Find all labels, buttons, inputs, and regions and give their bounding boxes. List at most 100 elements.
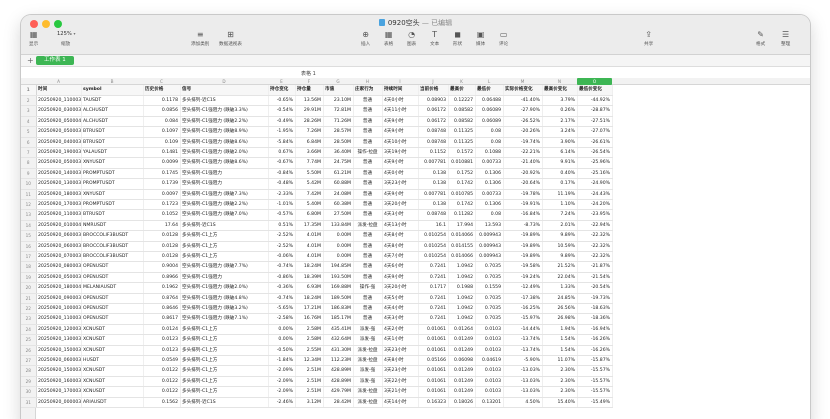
table-cell[interactable]: 4天0小时 [382, 95, 419, 107]
table-cell[interactable]: XCNUSDT [81, 376, 144, 388]
table-cell[interactable]: 0.06089 [475, 116, 504, 128]
table-cell[interactable]: 普通 [353, 126, 383, 138]
table-cell[interactable]: 15.40% [542, 397, 578, 409]
table-cell[interactable]: 0.16323 [418, 397, 449, 409]
table-cell[interactable]: 0.0123 [143, 334, 181, 346]
table-cell[interactable]: 0.0097 [143, 189, 181, 200]
table-cell[interactable]: 12.34M [295, 355, 324, 367]
table-cell[interactable]: 空头排列-C1强阻力 (跌破2.0%) [180, 282, 269, 294]
table-cell[interactable]: -0.84% [268, 168, 296, 180]
table-cell[interactable]: PROMPTUSDT [81, 178, 144, 190]
table-cell[interactable]: 0.18026 [448, 397, 476, 409]
column-header-cell[interactable]: 持续时间 [382, 85, 419, 96]
table-cell[interactable]: -1.01% [268, 199, 296, 211]
table-cell[interactable]: -20.64% [503, 178, 543, 190]
table-cell[interactable]: 0.01249 [448, 365, 476, 377]
table-cell[interactable]: XCNUSDT [81, 324, 144, 336]
table-cell[interactable]: 1.0942 [448, 293, 476, 305]
table-cell[interactable]: 0.00M [323, 251, 354, 263]
table-cell[interactable]: PROMPTUSDT [81, 168, 144, 180]
table-cell[interactable]: 4天11小时 [382, 105, 419, 117]
row-number[interactable]: 14 [21, 220, 37, 232]
chart-button[interactable]: ◔ 图表 [407, 30, 416, 47]
table-cell[interactable]: 2.17% [542, 116, 578, 128]
column-header-g[interactable]: G [323, 78, 353, 85]
table-cell[interactable]: 0.7241 [418, 293, 449, 305]
table-cell[interactable]: 0.7241 [418, 261, 449, 273]
row-number[interactable]: 6 [21, 137, 37, 148]
table-cell[interactable]: 3天23小时 [382, 178, 419, 190]
table-cell[interactable]: 0.1962 [143, 282, 181, 294]
table-cell[interactable]: 428.89M [323, 376, 354, 388]
row-number[interactable]: 4 [21, 116, 37, 128]
table-cell[interactable]: 派发-拉盘 [353, 220, 383, 232]
table-cell[interactable]: OPENUSDT [81, 261, 144, 273]
table-cell[interactable]: 9.89% [542, 230, 578, 242]
table-cell[interactable]: 3天23小时 [382, 345, 419, 357]
table-cell[interactable]: 多头排列-近C1S [180, 220, 269, 232]
table-cell[interactable]: 0.0103 [475, 376, 504, 388]
table-cell[interactable]: 4天3小时 [382, 209, 419, 221]
table-cell[interactable]: 0.06172 [418, 105, 449, 117]
table-cell[interactable]: 0.7035 [475, 293, 504, 305]
table-cell[interactable]: BROCCOLIF3BUSDT [81, 230, 144, 242]
table-cell[interactable]: -0.57% [268, 209, 296, 221]
table-cell[interactable]: 20250920_010004 [36, 220, 82, 232]
row-number[interactable]: 20 [21, 282, 37, 294]
table-cell[interactable]: 0.1988 [448, 282, 476, 294]
table-cell[interactable]: 20250920_150003 [36, 365, 82, 377]
table-cell[interactable]: -0.86% [268, 272, 296, 284]
table-cell[interactable]: ARIAUSDT [81, 397, 144, 409]
column-header-cell[interactable]: 持仓变化 [268, 85, 296, 96]
table-cell[interactable]: 4天9小时 [382, 157, 419, 169]
table-cell[interactable]: 多头排列-近C1S [180, 397, 269, 409]
table-cell[interactable]: 28.26M [295, 116, 324, 128]
table-cell[interactable]: ALCHUSDT [81, 116, 144, 128]
table-cell[interactable]: 0.7241 [418, 303, 449, 315]
comment-button[interactable]: ▭ 评论 [499, 30, 508, 47]
table-cell[interactable]: -16.26% [577, 345, 613, 357]
tab-sheet-1[interactable]: 工作表 1 [36, 56, 74, 65]
table-cell[interactable]: -15.57% [577, 386, 613, 398]
row-number[interactable]: 23 [21, 313, 37, 325]
table-cell[interactable]: 0.01249 [448, 334, 476, 346]
table-cell[interactable]: -20.92% [503, 168, 543, 180]
table-cell[interactable]: 20250920_050003 [36, 272, 82, 284]
table-cell[interactable]: -0.54% [268, 105, 296, 117]
table-cell[interactable]: 16.76M [295, 313, 324, 325]
row-number[interactable]: 3 [21, 105, 37, 117]
table-cell[interactable]: -0.49% [268, 116, 296, 128]
table-cell[interactable]: 空头排列-C1强阻力 (跌破8.6%) [180, 157, 269, 169]
table-cell[interactable]: 2.58M [295, 334, 324, 346]
row-number[interactable]: 24 [21, 324, 37, 336]
column-header-cell[interactable]: 市值 [323, 85, 354, 96]
table-cell[interactable]: 20250920_060003 [36, 230, 82, 242]
table-cell[interactable]: 0.1562 [143, 397, 181, 409]
table-cell[interactable]: 0.010881 [448, 157, 476, 169]
table-cell[interactable]: 0.010254 [418, 230, 449, 242]
pivot-table-button[interactable]: ⊞ 数据透视表 [219, 30, 242, 47]
table-cell[interactable]: 112.23M [323, 355, 354, 367]
table-cell[interactable]: 20250920_150003 [36, 345, 82, 357]
table-cell[interactable]: 0.1097 [143, 126, 181, 138]
table-cell[interactable]: 0.01249 [448, 345, 476, 357]
column-header-cell[interactable]: symbol [81, 85, 144, 96]
table-cell[interactable]: 派发-强 [353, 324, 383, 336]
table-cell[interactable]: -0.67% [268, 157, 296, 169]
table-cell[interactable]: 0.0103 [475, 365, 504, 377]
column-header-h[interactable]: H [353, 78, 382, 85]
column-header-k[interactable]: K [448, 78, 475, 85]
table-cell[interactable]: 20250920_040003 [36, 137, 82, 148]
table-cell[interactable]: 派发-拉盘 [353, 355, 383, 367]
table-cell[interactable]: 2.30% [542, 365, 578, 377]
table-cell[interactable]: 20250920_030003 [36, 105, 82, 117]
table-cell[interactable]: 0.1152 [418, 147, 449, 159]
table-cell[interactable]: 16.1 [418, 220, 449, 232]
column-header-cell[interactable]: 持仓量 [295, 85, 324, 96]
table-cell[interactable]: -5.84% [268, 137, 296, 148]
table-cell[interactable]: 2.30% [542, 386, 578, 398]
table-cell[interactable]: -1.84% [268, 355, 296, 367]
table-cell[interactable]: 0.9004 [143, 261, 181, 273]
table-cell[interactable]: -18.36% [577, 313, 613, 325]
table-cell[interactable]: -25.96% [577, 157, 613, 169]
